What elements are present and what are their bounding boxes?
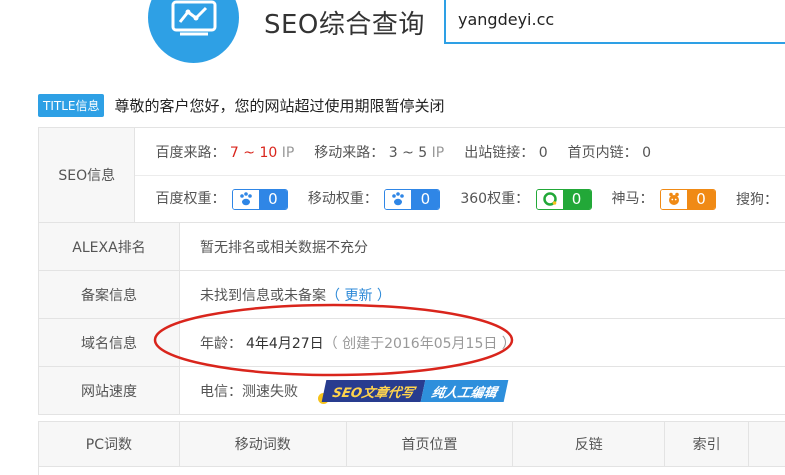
outbound-links-label: 出站链接：: [464, 144, 535, 161]
seo-writing-ad-banner[interactable]: SEO文章代写 纯人工编辑: [318, 379, 509, 404]
baidu-weight-value: 0: [258, 189, 287, 209]
outbound-links-value[interactable]: 0: [539, 145, 548, 161]
col-backlinks: 反链: [513, 422, 666, 466]
ip-unit: IP: [281, 144, 295, 161]
icp-label: 备案信息: [39, 271, 180, 318]
weight-line: 百度权重： 0 移动权重： 0 360权重： 0 神马： 0 搜狗：: [135, 175, 785, 222]
alexa-value: 暂无排名或相关数据不充分: [200, 239, 368, 256]
domain-age-value: 4年4月27日: [246, 335, 324, 352]
internal-links-label: 首页内链：: [567, 144, 638, 161]
360-ring-icon: [536, 189, 563, 209]
paw-icon: [385, 189, 412, 209]
rank-table-body: [39, 466, 785, 475]
col-index: 索引: [665, 422, 750, 466]
seo-info-row: SEO信息 百度来路： 7 ~ 10 IP 移动来路： 3 ~ 5 IP 出站链…: [39, 128, 785, 223]
domain-age-label: 年龄：: [200, 335, 242, 352]
speed-row: 网站速度 电信：测速失败 SEO文章代写 纯人工编辑: [39, 367, 785, 414]
title-badge: TITLE信息: [38, 93, 105, 117]
col-mobile-keywords: 移动词数: [180, 422, 347, 466]
banner-left-text: SEO文章代写: [321, 379, 426, 402]
page-title: SEO综合查询: [264, 10, 425, 40]
baidu-weight-badge[interactable]: 0: [231, 188, 288, 210]
title-notice: TITLE信息 尊敬的客户您好，您的网站超过使用期限暂停关闭: [38, 93, 444, 117]
shenma-label: 神马：: [611, 191, 654, 208]
rank-table-header: PC词数 移动词数 首页位置 反链 索引: [39, 422, 785, 466]
horse-icon: [661, 189, 687, 209]
seo-info-label: SEO信息: [39, 128, 136, 222]
360-weight-badge[interactable]: 0: [535, 188, 592, 210]
icp-value: 未找到信息或未备案: [200, 287, 326, 304]
360-weight-value: 0: [562, 189, 591, 209]
traffic-line: 百度来路： 7 ~ 10 IP 移动来路： 3 ~ 5 IP 出站链接： 0 首…: [135, 128, 785, 175]
baidu-weight-label: 百度权重：: [155, 191, 226, 208]
shenma-badge[interactable]: 0: [660, 188, 716, 210]
title-text: 尊敬的客户您好，您的网站超过使用期限暂停关闭: [114, 96, 445, 115]
speed-label: 网站速度: [39, 367, 180, 414]
alexa-label: ALEXA排名: [39, 223, 180, 270]
monitor-chart-icon: [171, 0, 217, 36]
icp-row: 备案信息 未找到信息或未备案 （ 更新 ）: [39, 271, 785, 319]
360-weight-label: 360权重：: [460, 191, 530, 208]
domain-created: （ 创建于2016年05月15日 ）: [323, 335, 516, 352]
mobile-traffic-label: 移动来路：: [314, 144, 385, 161]
shenma-value: 0: [687, 189, 715, 209]
internal-links-value[interactable]: 0: [642, 145, 651, 161]
baidu-traffic-label: 百度来路：: [155, 144, 226, 161]
mobile-weight-label: 移动权重：: [307, 191, 378, 208]
domain-row: 域名信息 年龄： 4年4月27日 （ 创建于2016年05月15日 ）: [39, 319, 785, 367]
col-homepage-position: 首页位置: [347, 422, 514, 466]
col-extra: [749, 422, 785, 466]
speed-value: 电信：测速失败: [200, 383, 298, 400]
alexa-row: ALEXA排名 暂无排名或相关数据不充分: [39, 223, 785, 271]
site-logo[interactable]: [148, 0, 239, 63]
sogou-label: 搜狗：: [736, 192, 778, 208]
col-pc-keywords: PC词数: [39, 422, 180, 466]
domain-search-input[interactable]: yangdeyi.cc: [444, 0, 785, 44]
rank-table: PC词数 移动词数 首页位置 反链 索引: [38, 421, 785, 475]
mobile-traffic-value: 3 ~ 5: [388, 144, 428, 161]
paw-icon: [232, 189, 259, 209]
domain-label: 域名信息: [39, 319, 180, 366]
banner-right-text: 纯人工编辑: [420, 379, 509, 402]
mobile-weight-value: 0: [411, 189, 440, 209]
seo-info-table: SEO信息 百度来路： 7 ~ 10 IP 移动来路： 3 ~ 5 IP 出站链…: [38, 127, 785, 415]
ip-unit: IP: [431, 144, 445, 161]
baidu-traffic-value: 7 ~ 10: [229, 144, 278, 161]
icp-update-link[interactable]: （ 更新 ）: [326, 285, 391, 305]
mobile-weight-badge[interactable]: 0: [384, 188, 441, 210]
